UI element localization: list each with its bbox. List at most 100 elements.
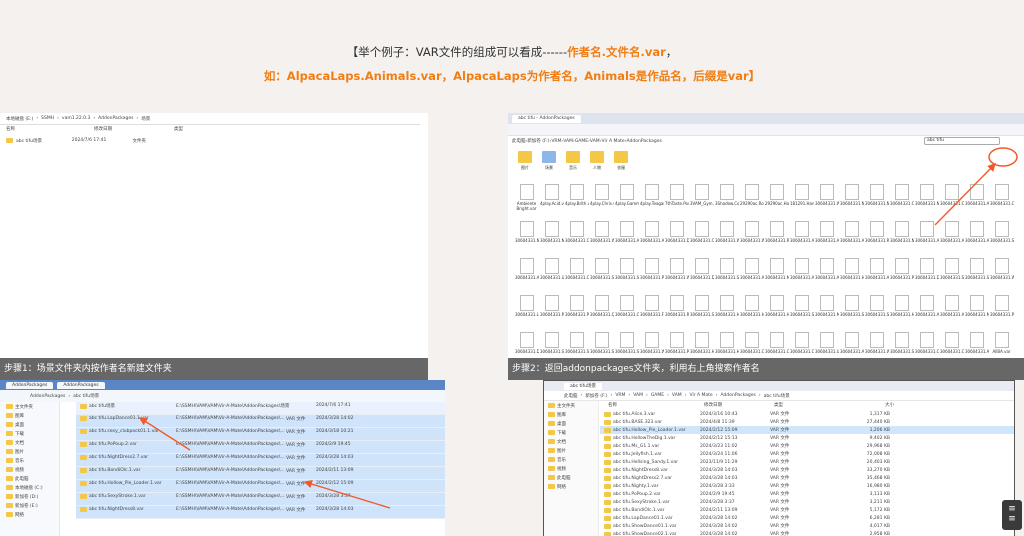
- table-row[interactable]: abc tifu.HollowTheDig.1.var 2024/2/12 15:…: [600, 434, 1014, 442]
- file-item[interactable]: 30604331.Aim.var: [914, 294, 939, 331]
- file-item[interactable]: 30604331.Nigh.var: [539, 220, 564, 257]
- p3-breadcrumb[interactable]: AddonPackages › abc tifu场景: [0, 390, 445, 402]
- file-item[interactable]: 30604331.Mod.var: [814, 294, 839, 331]
- sidebar-item[interactable]: 视频: [0, 465, 59, 474]
- file-item[interactable]: 30604331.Sex.var: [689, 294, 714, 331]
- breadcrumb-item[interactable]: 新加卷 (F:): [527, 138, 549, 144]
- file-item[interactable]: 4play.Gamma.var: [614, 183, 639, 220]
- file-item[interactable]: 4play.Brith.var: [564, 183, 589, 220]
- sidebar-item[interactable]: 主文件夹: [544, 401, 598, 410]
- breadcrumb-item[interactable]: Vir A Mate: [602, 139, 625, 144]
- sidebar-item[interactable]: 主文件夹: [0, 402, 59, 411]
- sidebar-item[interactable]: 图库: [0, 411, 59, 420]
- file-item[interactable]: 30604331.Stu.var: [864, 294, 889, 331]
- menu-icon[interactable]: ≡ ≡: [1002, 500, 1022, 530]
- file-item[interactable]: 30604331.High.var: [889, 294, 914, 331]
- file-item[interactable]: 30604331.Lov.var: [514, 294, 539, 331]
- file-item[interactable]: 30604331.Act.var: [914, 220, 939, 257]
- sidebar-item[interactable]: 图片: [0, 447, 59, 456]
- table-row[interactable]: abc tifu.Hellsing_Sandy.1.var 2023/11/9 1…: [600, 458, 1014, 466]
- file-item[interactable]: 30604331.War.var: [814, 183, 839, 220]
- file-item[interactable]: 30604331.Act.var: [964, 220, 989, 257]
- file-item[interactable]: 30604331.Mod.var: [764, 257, 789, 294]
- file-item[interactable]: 30604331.Wig.var: [989, 257, 1014, 294]
- file-item[interactable]: 30604331.Club.var: [564, 220, 589, 257]
- sidebar-item[interactable]: 下载: [544, 428, 598, 437]
- file-item[interactable]: 30604331.Chai.var: [689, 220, 714, 257]
- file-item[interactable]: 30604331.Club.var: [939, 183, 964, 220]
- breadcrumb-item[interactable]: 此电脑: [512, 138, 526, 144]
- sidebar-item[interactable]: 桌面: [0, 420, 59, 429]
- table-row[interactable]: abc tifu.NightDress2.7.var 2024/3/28 14:0…: [600, 474, 1014, 482]
- file-item[interactable]: 30604331.Stro.var: [714, 257, 739, 294]
- file-item[interactable]: 30604331.Sam.var: [789, 294, 814, 331]
- file-item[interactable]: 29290ac.Happy.var: [764, 183, 789, 220]
- file-item[interactable]: 30604331.Nigh.var: [864, 183, 889, 220]
- breadcrumb-item[interactable]: AddonPackages: [30, 394, 65, 399]
- file-item[interactable]: 30604331.Act.var: [614, 220, 639, 257]
- file-item[interactable]: 30604331.Rom.var: [864, 220, 889, 257]
- table-row[interactable]: abc tifu场景 E:\SSMH\VAM\VAM\Vir-A-Mate\Add…: [76, 402, 445, 415]
- file-item[interactable]: 30604331.Rom.var: [764, 220, 789, 257]
- p1-col-date[interactable]: 修改日期: [88, 126, 168, 135]
- breadcrumb-item[interactable]: AddonPackages: [98, 116, 133, 121]
- breadcrumb-item[interactable]: SSMH: [41, 116, 54, 121]
- file-item[interactable]: 30604331.Act.var: [639, 220, 664, 257]
- file-item[interactable]: 30604331.Cars.var: [614, 294, 639, 331]
- file-item[interactable]: 30604331.Sho.var: [964, 257, 989, 294]
- sidebar-item[interactable]: 网络: [0, 510, 59, 519]
- file-item[interactable]: 30604331.Club.var: [564, 257, 589, 294]
- file-item[interactable]: 30604331.Dan.var: [689, 257, 714, 294]
- file-item[interactable]: 30604331.Pose.var: [539, 294, 564, 331]
- sidebar-item[interactable]: 音乐: [0, 456, 59, 465]
- p3-tab[interactable]: AddonPackages: [6, 381, 54, 389]
- table-row[interactable]: abc tifu.ShowDance01.1.var 2024/3/28 14:0…: [600, 522, 1014, 530]
- breadcrumb-item[interactable]: VAM: [563, 139, 573, 144]
- sidebar-item[interactable]: 此电脑: [0, 474, 59, 483]
- file-item[interactable]: 30604331.Feat.var: [639, 294, 664, 331]
- file-item[interactable]: 30604331.Act.var: [939, 220, 964, 257]
- breadcrumb-item[interactable]: 新加卷 (F:): [585, 393, 607, 399]
- breadcrumb-item[interactable]: vam1.22.0.3: [62, 116, 90, 121]
- table-row[interactable]: abc tifu.NightDress2.7.var E:\SSMH\VAM\VA…: [76, 454, 445, 467]
- file-item[interactable]: 30604331.Wigg.var: [589, 220, 614, 257]
- file-item[interactable]: 4play.Chris.var: [589, 183, 614, 220]
- file-item[interactable]: 4play.Acid.var: [539, 183, 564, 220]
- breadcrumb-item[interactable]: Vir A Mate: [690, 393, 713, 398]
- table-row[interactable]: abc tifu.SexyStroke.1.var 2024/3/28 3:37 V…: [600, 498, 1014, 506]
- breadcrumb-item[interactable]: GAME: [651, 393, 664, 398]
- file-item[interactable]: 30604331.Act.var: [864, 257, 889, 294]
- sidebar-item[interactable]: 新加卷 (E:): [0, 501, 59, 510]
- sidebar-item[interactable]: 下载: [0, 429, 59, 438]
- p4-tab[interactable]: abc tifu场景: [564, 382, 602, 390]
- file-item[interactable]: 30604331.Wig.var: [664, 257, 689, 294]
- breadcrumb-item[interactable]: 本地磁盘 (E:): [6, 116, 33, 122]
- breadcrumb-item[interactable]: abc tifu场景: [73, 393, 99, 399]
- file-item[interactable]: 30604331.Pose.var: [989, 294, 1014, 331]
- file-item[interactable]: 30604331.Rom.var: [664, 294, 689, 331]
- file-item[interactable]: 30604331.Mod.var: [964, 294, 989, 331]
- table-row[interactable]: abc tifu.LapDance01.1.var 2024/3/28 14:02…: [600, 514, 1014, 522]
- file-item[interactable]: 30604331.Anal.var: [789, 220, 814, 257]
- breadcrumb-item[interactable]: VAM: [672, 393, 682, 398]
- p1-col-name[interactable]: 名称: [0, 126, 88, 135]
- file-item[interactable]: 30604331.Act.var: [739, 257, 764, 294]
- quick-access-item[interactable]: 衣服: [610, 149, 632, 179]
- sidebar-item[interactable]: 图片: [544, 446, 598, 455]
- table-row[interactable]: abc tifu.sexy_clubpack01.1.var E:\SSMH\VA…: [76, 428, 445, 441]
- file-item[interactable]: 30604331.Chai.var: [989, 183, 1014, 220]
- sidebar-item[interactable]: 视频: [544, 464, 598, 473]
- breadcrumb-item[interactable]: VRM: [551, 139, 561, 144]
- file-item[interactable]: 30604331.Abs.var: [964, 183, 989, 220]
- file-item[interactable]: 30604331.Unde.var: [539, 257, 564, 294]
- table-row[interactable]: abc tifu.Hollow_Pie_Loader.1.var E:\SSMH\…: [76, 480, 445, 493]
- file-item[interactable]: 3VAM_Gym.var: [689, 183, 714, 220]
- sidebar-item[interactable]: 文档: [0, 438, 59, 447]
- breadcrumb-item[interactable]: abc tifu场景: [764, 393, 790, 399]
- file-item[interactable]: 30604331.Pose.var: [564, 294, 589, 331]
- quick-access-item[interactable]: 人物: [586, 149, 608, 179]
- file-item[interactable]: 30604331.Spo.var: [614, 257, 639, 294]
- p1-breadcrumb[interactable]: 本地磁盘 (E:) › SSMH › vam1.22.0.3 › AddonPackages…: [0, 113, 420, 125]
- table-row[interactable]: abc tifu.BondiOlc.1.var E:\SSMH\VAM\VAM\V…: [76, 467, 445, 480]
- p2-search-input[interactable]: abc tifu: [924, 137, 1000, 145]
